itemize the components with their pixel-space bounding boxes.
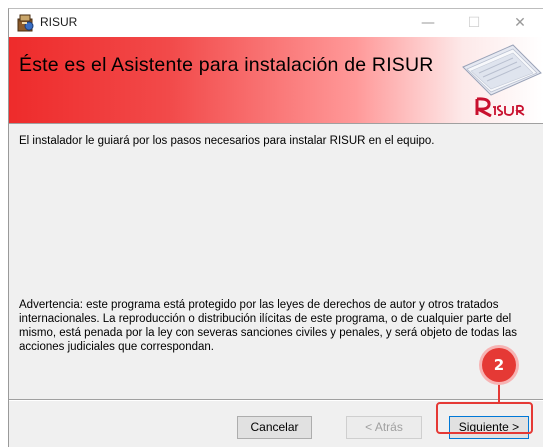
maximize-button[interactable]: ☐ bbox=[451, 9, 497, 37]
title-bar[interactable]: RISUR — ☐ ✕ bbox=[9, 9, 543, 37]
intro-text: El instalador le guiará por los pasos ne… bbox=[19, 135, 435, 147]
window-title: RISUR bbox=[40, 15, 78, 29]
copyright-warning: Advertencia: este programa está protegid… bbox=[19, 299, 517, 353]
risur-logo bbox=[457, 43, 543, 118]
wizard-content: El instalador le guiará por los pasos ne… bbox=[9, 124, 543, 399]
back-button[interactable]: < Atrás bbox=[346, 416, 422, 439]
minimize-button[interactable]: — bbox=[405, 9, 451, 37]
cropped-top-edge bbox=[6, 0, 176, 6]
wizard-title: Éste es el Asistente para instalación de… bbox=[19, 54, 434, 76]
installer-window: RISUR — ☐ ✕ Éste es el Asistente para in… bbox=[8, 8, 543, 447]
footer-divider bbox=[9, 399, 543, 401]
step-callout-badge: 2 bbox=[482, 348, 516, 382]
next-button-highlight bbox=[436, 402, 533, 434]
wizard-banner: Éste es el Asistente para instalación de… bbox=[9, 37, 543, 124]
callout-pointer bbox=[498, 382, 500, 404]
installer-app-icon bbox=[16, 13, 36, 33]
cancel-button[interactable]: Cancelar bbox=[237, 416, 312, 439]
close-button[interactable]: ✕ bbox=[497, 9, 543, 37]
